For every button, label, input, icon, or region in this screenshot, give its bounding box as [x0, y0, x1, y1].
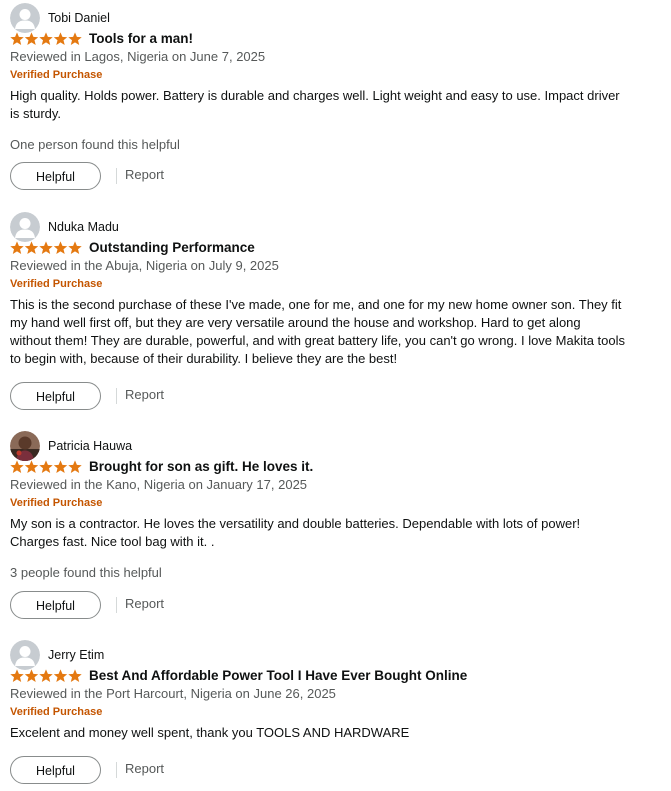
star-rating-icon[interactable] — [10, 241, 82, 255]
divider — [116, 168, 117, 184]
review-date: Reviewed in the Kano, Nigeria on January… — [10, 477, 308, 492]
default-avatar-icon — [10, 3, 40, 33]
default-avatar-icon — [10, 212, 40, 242]
star-rating-icon[interactable] — [10, 669, 82, 683]
reviewer-profile[interactable]: Jerry Etim — [10, 640, 410, 670]
review-text: High quality. Holds power. Battery is du… — [10, 88, 620, 121]
report-link[interactable]: Report — [125, 167, 164, 182]
reviewer-name: Patricia Hauwa — [48, 439, 133, 453]
reviewer-name: Nduka Madu — [48, 220, 119, 234]
rating-row: Tools for a man! — [10, 30, 650, 48]
verified-purchase-badge: Verified Purchase — [10, 706, 103, 718]
review-text: My son is a contractor. He loves the ver… — [10, 516, 581, 549]
review-title[interactable]: Brought for son as gift. He loves it. — [89, 459, 313, 474]
review-title[interactable]: Best And Affordable Power Tool I Have Ev… — [89, 668, 467, 683]
report-link[interactable]: Report — [125, 761, 164, 776]
profile-photo-avatar-icon — [10, 431, 40, 461]
star-rating-icon[interactable] — [10, 460, 82, 474]
review-text: Excelent and money well spent, thank you… — [10, 725, 410, 740]
divider — [116, 762, 117, 778]
review-date: Reviewed in the Port Harcourt, Nigeria o… — [10, 686, 336, 701]
reviewer-name: Jerry Etim — [48, 648, 105, 662]
verified-purchase-badge: Verified Purchase — [10, 497, 103, 509]
helpful-button[interactable]: Helpful — [10, 591, 101, 619]
verified-purchase-badge: Verified Purchase — [10, 278, 103, 290]
rating-row: Best And Affordable Power Tool I Have Ev… — [10, 667, 650, 685]
reviewer-name: Tobi Daniel — [48, 11, 110, 25]
helpful-button[interactable]: Helpful — [10, 756, 101, 784]
reviewer-profile[interactable]: Tobi Daniel — [10, 3, 410, 33]
review-date: Reviewed in the Abuja, Nigeria on July 9… — [10, 258, 279, 273]
helpful-button[interactable]: Helpful — [10, 162, 101, 190]
review-title[interactable]: Outstanding Performance — [89, 240, 255, 255]
helpful-button[interactable]: Helpful — [10, 382, 101, 410]
report-link[interactable]: Report — [125, 596, 164, 611]
divider — [116, 388, 117, 404]
star-rating-icon[interactable] — [10, 32, 82, 46]
report-link[interactable]: Report — [125, 387, 164, 402]
reviewer-profile[interactable]: Nduka Madu — [10, 212, 410, 242]
divider — [116, 597, 117, 613]
verified-purchase-badge: Verified Purchase — [10, 69, 103, 81]
review-title[interactable]: Tools for a man! — [89, 31, 193, 46]
default-avatar-icon — [10, 640, 40, 670]
rating-row: Outstanding Performance — [10, 239, 650, 257]
helpful-count: One person found this helpful — [10, 137, 180, 152]
review-date: Reviewed in Lagos, Nigeria on June 7, 20… — [10, 49, 266, 64]
rating-row: Brought for son as gift. He loves it. — [10, 458, 650, 476]
helpful-count: 3 people found this helpful — [10, 565, 162, 580]
review-text: This is the second purchase of these I'v… — [10, 297, 626, 366]
reviewer-profile[interactable]: Patricia Hauwa — [10, 431, 410, 461]
